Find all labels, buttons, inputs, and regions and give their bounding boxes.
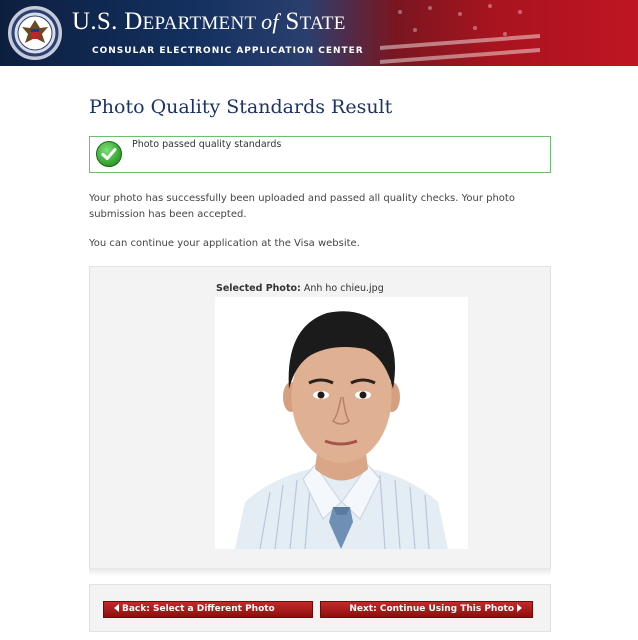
selected-photo	[215, 297, 468, 549]
arrow-left-icon	[114, 603, 119, 612]
success-notice: Photo passed quality standards	[89, 136, 551, 173]
next-button-label: Next: Continue Using This Photo	[349, 604, 514, 614]
success-notice-text: Photo passed quality standards	[132, 139, 282, 150]
photo-panel: Selected Photo: Anh ho chieu.jpg	[89, 266, 551, 570]
next-button[interactable]: Next: Continue Using This Photo	[320, 601, 533, 618]
upload-success-message: Your photo has successfully been uploade…	[89, 193, 515, 220]
page-title: Photo Quality Standards Result	[89, 96, 393, 118]
portrait-photo-image	[215, 297, 468, 549]
photo-label: Selected Photo:	[216, 283, 301, 294]
header-banner: U.S. DEPARTMENT of STATE CONSULAR ELECTR…	[0, 0, 638, 66]
flag-stars-decoration	[380, 4, 540, 64]
state-department-seal-icon	[8, 6, 62, 60]
back-button-label: Back: Select a Different Photo	[122, 604, 275, 614]
back-button[interactable]: Back: Select a Different Photo	[103, 601, 313, 618]
checkmark-icon	[96, 141, 122, 167]
header-subtitle: CONSULAR ELECTRONIC APPLICATION CENTER	[92, 46, 364, 56]
photo-caption: Selected Photo: Anh ho chieu.jpg	[216, 283, 384, 294]
photo-filename: Anh ho chieu.jpg	[300, 283, 384, 294]
navigation-button-bar: Back: Select a Different Photo Next: Con…	[89, 584, 551, 632]
header-title: U.S. DEPARTMENT of STATE	[72, 8, 346, 35]
panel-shadow	[89, 568, 551, 576]
arrow-right-icon	[517, 603, 522, 612]
continue-message: You can continue your application at the…	[89, 238, 360, 249]
